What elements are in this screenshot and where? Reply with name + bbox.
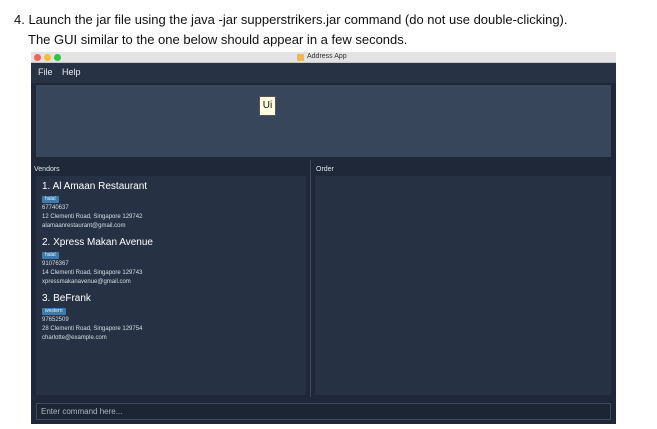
vendor-tag: western (42, 308, 66, 315)
vendor-email: alamaanrestaurant@gmail.com (42, 223, 126, 229)
window-titlebar[interactable]: Address App (31, 52, 616, 63)
app-icon (297, 54, 304, 61)
command-box (36, 403, 611, 420)
ui-tooltip: Ui (259, 96, 276, 116)
vendors-label: Vendors (34, 166, 60, 173)
vendor-name: 1. Al Amaan Restaurant (42, 181, 148, 192)
menu-bar: File Help (31, 63, 616, 83)
vendor-address: 12 Clementi Road, Singapore 129742 (42, 214, 143, 220)
window-title: Address App (307, 53, 347, 60)
vendor-name: 2. Xpress Makan Avenue (42, 237, 153, 248)
menu-help[interactable]: Help (62, 67, 81, 77)
vendor-phone: 91076367 (42, 261, 69, 267)
close-window-button[interactable] (34, 54, 41, 61)
order-list[interactable] (315, 176, 611, 395)
vendor-address: 28 Clementi Road, Singapore 129754 (42, 326, 143, 332)
vendor-phone: 97652509 (42, 317, 69, 323)
vendor-email: xpressmakanavenue@gmail.com (42, 279, 131, 285)
minimize-window-button[interactable] (44, 54, 51, 61)
vendor-tag: halal (42, 196, 59, 203)
instruction-line-1: 4. Launch the jar file using the java -j… (14, 12, 568, 27)
order-label: Order (316, 166, 334, 173)
vendor-email: charlotte@example.com (42, 335, 107, 341)
vendor-address: 14 Clementi Road, Singapore 129743 (42, 270, 143, 276)
app-window: Address App File Help Ui Vendors Order 1… (31, 52, 616, 424)
panel-divider[interactable] (310, 160, 311, 397)
vendor-phone: 67740637 (42, 205, 69, 211)
menu-file[interactable]: File (38, 67, 53, 77)
instruction-line-2: The GUI similar to the one below should … (28, 32, 408, 47)
result-display (36, 85, 611, 157)
maximize-window-button[interactable] (54, 54, 61, 61)
vendor-list[interactable]: 1. Al Amaan Restaurant halal 67740637 12… (36, 176, 306, 395)
vendor-tag: halal (42, 252, 59, 259)
vendor-name: 3. BeFrank (42, 293, 91, 304)
command-input[interactable] (37, 404, 610, 419)
